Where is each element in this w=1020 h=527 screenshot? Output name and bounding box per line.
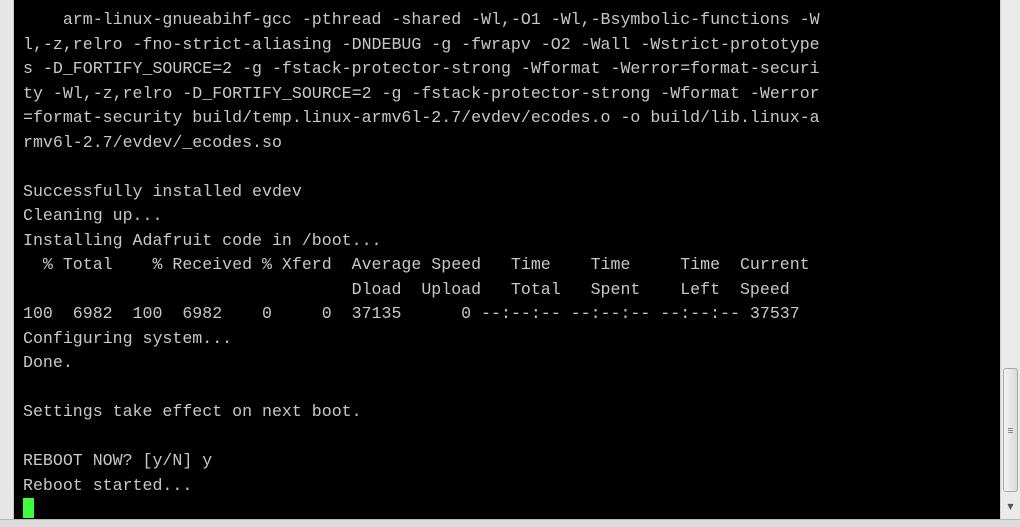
- terminal-line: Cleaning up...: [23, 206, 163, 225]
- terminal-line: Settings take effect on next boot.: [23, 402, 362, 421]
- terminal-line: Successfully installed evdev: [23, 181, 302, 201]
- grip-line: [1008, 430, 1013, 431]
- terminal-line: rmv6l-2.7/evdev/_ecodes.so: [23, 132, 282, 152]
- terminal-prompt-line[interactable]: [23, 498, 1000, 519]
- terminal-line: 100 6982 100 6982 0 0 37135 0 --:--:-- -…: [23, 304, 800, 323]
- terminal-line: s -D_FORTIFY_SOURCE=2 -g -fstack-protect…: [23, 59, 820, 78]
- window-left-border: [0, 0, 14, 527]
- terminal-line: l,-z,relro -fno-strict-aliasing -DNDEBUG…: [23, 34, 820, 54]
- terminal-line: Configuring system...: [23, 328, 233, 348]
- terminal-line: Installing Adafruit code in /boot...: [23, 230, 382, 250]
- vertical-scrollbar[interactable]: ▼: [1000, 0, 1020, 519]
- terminal-line: % Total % Received % Xferd Average Speed…: [23, 255, 810, 274]
- terminal-line: =format-security build/temp.linux-armv6l…: [23, 108, 820, 127]
- terminal-area[interactable]: arm-linux-gnueabihf-gcc -pthread -shared…: [14, 0, 1000, 519]
- cursor: [23, 498, 34, 518]
- scrollbar-thumb[interactable]: [1003, 368, 1018, 492]
- terminal-window: arm-linux-gnueabihf-gcc -pthread -shared…: [0, 0, 1020, 527]
- grip-line: [1008, 432, 1013, 433]
- terminal-line: ty -Wl,-z,relro -D_FORTIFY_SOURCE=2 -g -…: [23, 83, 820, 103]
- terminal-output: arm-linux-gnueabihf-gcc -pthread -shared…: [23, 8, 1000, 519]
- terminal-line: REBOOT NOW? [y/N] y: [23, 451, 213, 470]
- terminal-line: arm-linux-gnueabihf-gcc -pthread -shared…: [23, 10, 820, 29]
- terminal-line: Done.: [23, 353, 73, 372]
- grip-line: [1008, 428, 1013, 429]
- terminal-line: Dload Upload Total Spent Left Speed: [23, 279, 790, 299]
- terminal-line: Reboot started...: [23, 475, 193, 495]
- window-bottom-border: [0, 519, 1020, 527]
- triangle-down-icon[interactable]: ▼: [1001, 499, 1020, 515]
